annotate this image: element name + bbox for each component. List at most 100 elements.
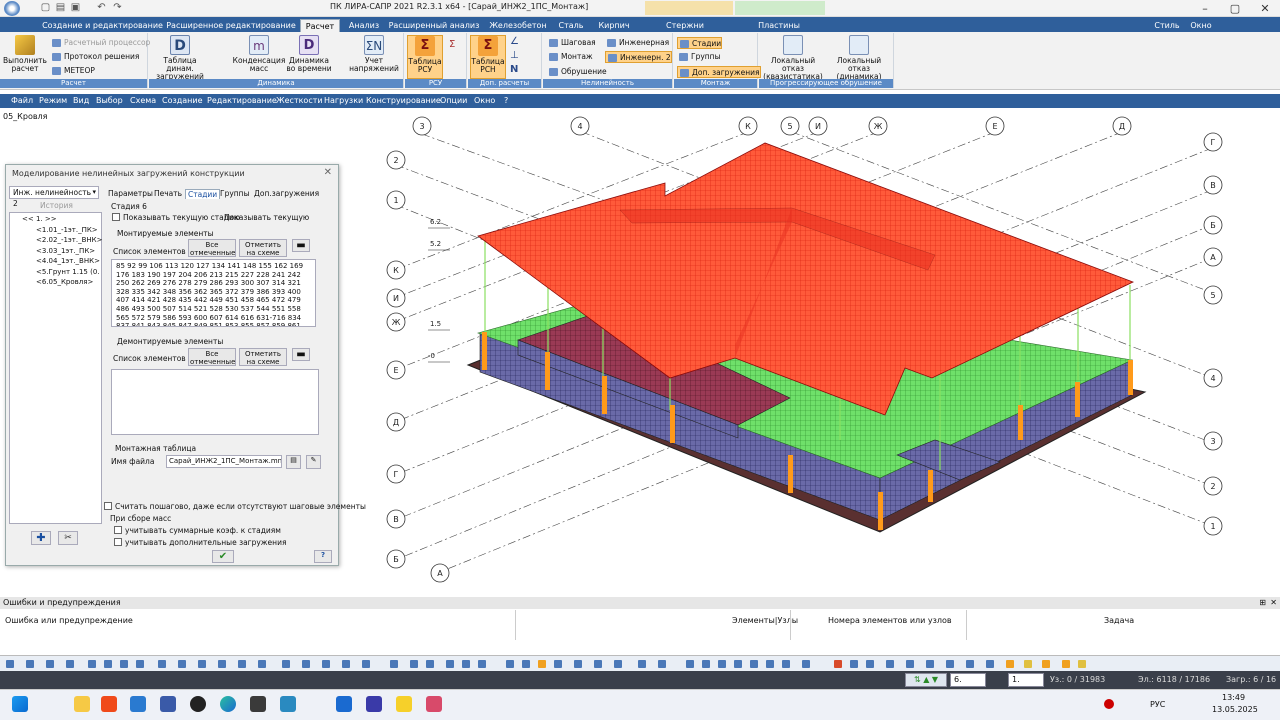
- protocol-button[interactable]: Протокол решения: [50, 51, 139, 63]
- outlook-icon[interactable]: [336, 696, 352, 712]
- add-stage-button[interactable]: ✚: [31, 531, 51, 545]
- stepwise-checkbox[interactable]: [104, 502, 112, 510]
- menu-select[interactable]: Выбор: [96, 95, 123, 107]
- stress-acc-button[interactable]: ΣN Учет напряжений: [347, 35, 401, 79]
- step-button[interactable]: Шаговая: [547, 37, 596, 49]
- tab-brick[interactable]: Кирпич: [596, 19, 632, 32]
- menu-edit[interactable]: Редактирование: [207, 95, 277, 107]
- local-dyn-button[interactable]: Локальный отказ (динамика): [827, 35, 891, 81]
- load-select[interactable]: Инж. нелинейность 2 ▾: [9, 186, 99, 208]
- tab-stages[interactable]: Стадии: [185, 189, 221, 199]
- file-name-field[interactable]: Сарай_ИНЖ2_1ПС_Монтаж.mnt: [166, 455, 282, 468]
- sum-coef-checkbox[interactable]: [114, 526, 122, 534]
- delete-stage-button[interactable]: ✂: [58, 531, 78, 545]
- meteor-button[interactable]: МЕТЕОР: [50, 65, 95, 77]
- open-file-icon[interactable]: ▤: [55, 2, 66, 13]
- menu-design[interactable]: Конструирование: [366, 95, 441, 107]
- split-icon[interactable]: ⊥: [510, 50, 519, 61]
- apply-button[interactable]: ✔: [212, 550, 234, 563]
- history-item[interactable]: <4.04_1эт._ВНК>: [12, 256, 100, 267]
- dyn-table-button[interactable]: D Таблица динам. загружений: [151, 35, 209, 81]
- file-browse-icon[interactable]: ▤: [286, 455, 301, 469]
- app-icon[interactable]: [366, 696, 382, 712]
- status-controls[interactable]: ⇅ ▲ ▼: [905, 673, 947, 687]
- menu-view[interactable]: Вид: [73, 95, 89, 107]
- history-item[interactable]: <6.05_Кровля>: [12, 277, 99, 288]
- step-field[interactable]: 1.: [1008, 673, 1044, 687]
- history-item[interactable]: <2.02_-1эт._ВНК>: [12, 235, 102, 246]
- mark-on-scheme-button-2[interactable]: Отметить на схеме: [239, 348, 287, 366]
- all-marked-button-2[interactable]: Все отмеченные: [188, 348, 236, 366]
- collapse-button[interactable]: Обрушение: [547, 66, 607, 78]
- tab-steel[interactable]: Сталь: [556, 19, 586, 32]
- calc-processor-button[interactable]: Расчетный процессор: [50, 37, 150, 49]
- execute-calc-button[interactable]: Выполнить расчет: [2, 35, 48, 79]
- groups-button[interactable]: Группы: [677, 51, 721, 63]
- zoom-field[interactable]: 6.: [950, 673, 986, 687]
- menu-scheme[interactable]: Схема: [130, 95, 156, 107]
- language-indicator[interactable]: РУС: [1150, 700, 1165, 709]
- tab-advanced-edit[interactable]: Расширенное редактирование: [166, 19, 296, 32]
- menu-stiffness[interactable]: Жесткости: [276, 95, 323, 107]
- save-icon[interactable]: ▣: [70, 2, 81, 13]
- edge-icon[interactable]: [220, 696, 236, 712]
- new-file-icon[interactable]: ▢: [40, 2, 51, 13]
- tab-concrete[interactable]: Железобетон: [486, 19, 550, 32]
- tab-params[interactable]: Параметры: [106, 189, 155, 199]
- close-button[interactable]: ✕: [1250, 0, 1280, 17]
- tab-add-loads[interactable]: Доп.загружения: [252, 189, 321, 199]
- maximize-button[interactable]: ▢: [1220, 0, 1250, 17]
- error-close-icon[interactable]: ✕: [1270, 597, 1277, 609]
- mounted-elements-list[interactable]: 85 92 99 106 113 120 127 134 141 148 155…: [111, 259, 316, 327]
- mass-cond-button[interactable]: m Конденсация масс: [229, 35, 289, 79]
- minimize-button[interactable]: –: [1190, 0, 1220, 17]
- vpn-icon[interactable]: [280, 696, 296, 712]
- stages-button[interactable]: Стадии: [677, 37, 723, 49]
- n-icon[interactable]: N: [510, 64, 518, 75]
- tab-print[interactable]: Печать: [152, 189, 184, 199]
- help-button[interactable]: ?: [314, 550, 332, 563]
- dialog-close-icon[interactable]: ✕: [324, 167, 332, 178]
- engineering-button[interactable]: Инженерная: [605, 37, 669, 49]
- dismounted-elements-list[interactable]: [111, 369, 319, 435]
- eng2-button[interactable]: Инженерн. 2: [605, 51, 672, 63]
- undo-icon[interactable]: ↶: [96, 2, 107, 13]
- menu-options[interactable]: Опции: [440, 95, 467, 107]
- menu-window[interactable]: Окно: [474, 95, 495, 107]
- history-item[interactable]: <3.03_1эт._ПК>: [12, 246, 99, 257]
- local-quasi-button[interactable]: Локальный отказ (квазистатика): [761, 35, 825, 81]
- file-explorer-icon[interactable]: [74, 696, 90, 712]
- menu-loads[interactable]: Нагрузки: [324, 95, 363, 107]
- record-icon[interactable]: [1104, 699, 1114, 709]
- tab-bars[interactable]: Стержни: [664, 19, 706, 32]
- toolbar-icons[interactable]: [2, 656, 1102, 672]
- window-menu[interactable]: Окно: [1186, 19, 1216, 32]
- file-edit-icon[interactable]: ✎: [306, 455, 321, 469]
- montazh-nl-button[interactable]: Монтаж: [547, 51, 593, 63]
- tab-groups[interactable]: Группы: [218, 189, 252, 199]
- chatgpt-icon[interactable]: [190, 696, 206, 712]
- rsn-table-button[interactable]: Σ Таблица РСН: [470, 35, 506, 79]
- clear-list-button[interactable]: ▬: [292, 239, 310, 252]
- mark-on-scheme-button[interactable]: Отметить на схеме: [239, 239, 287, 257]
- all-marked-button[interactable]: Все отмеченные: [188, 239, 236, 257]
- menu-help[interactable]: ?: [504, 95, 508, 107]
- tab-advanced-analysis[interactable]: Расширенный анализ: [388, 19, 480, 32]
- add-loads-button[interactable]: Доп. загружения: [677, 66, 761, 78]
- history-item[interactable]: << 1. >>: [12, 214, 99, 225]
- clear-list-button-2[interactable]: ▬: [292, 348, 310, 361]
- menu-file[interactable]: Файл: [11, 95, 33, 107]
- redo-icon[interactable]: ↷: [112, 2, 123, 13]
- tab-analysis[interactable]: Анализ: [344, 19, 384, 32]
- terminal-icon[interactable]: [160, 696, 176, 712]
- style-menu[interactable]: Стиль: [1152, 19, 1182, 32]
- angle-icon[interactable]: ∠: [510, 36, 519, 47]
- rsu-aux-icon[interactable]: Σ: [449, 39, 461, 51]
- brave-browser-icon[interactable]: [101, 696, 117, 712]
- tab-plates[interactable]: Пластины: [756, 19, 802, 32]
- media-icon[interactable]: [250, 696, 266, 712]
- lira-taskbar-icon[interactable]: [426, 696, 442, 712]
- photos-icon[interactable]: [130, 696, 146, 712]
- add-loads-checkbox[interactable]: [114, 538, 122, 546]
- history-item[interactable]: <1.01_-1эт._ПК>: [12, 225, 99, 236]
